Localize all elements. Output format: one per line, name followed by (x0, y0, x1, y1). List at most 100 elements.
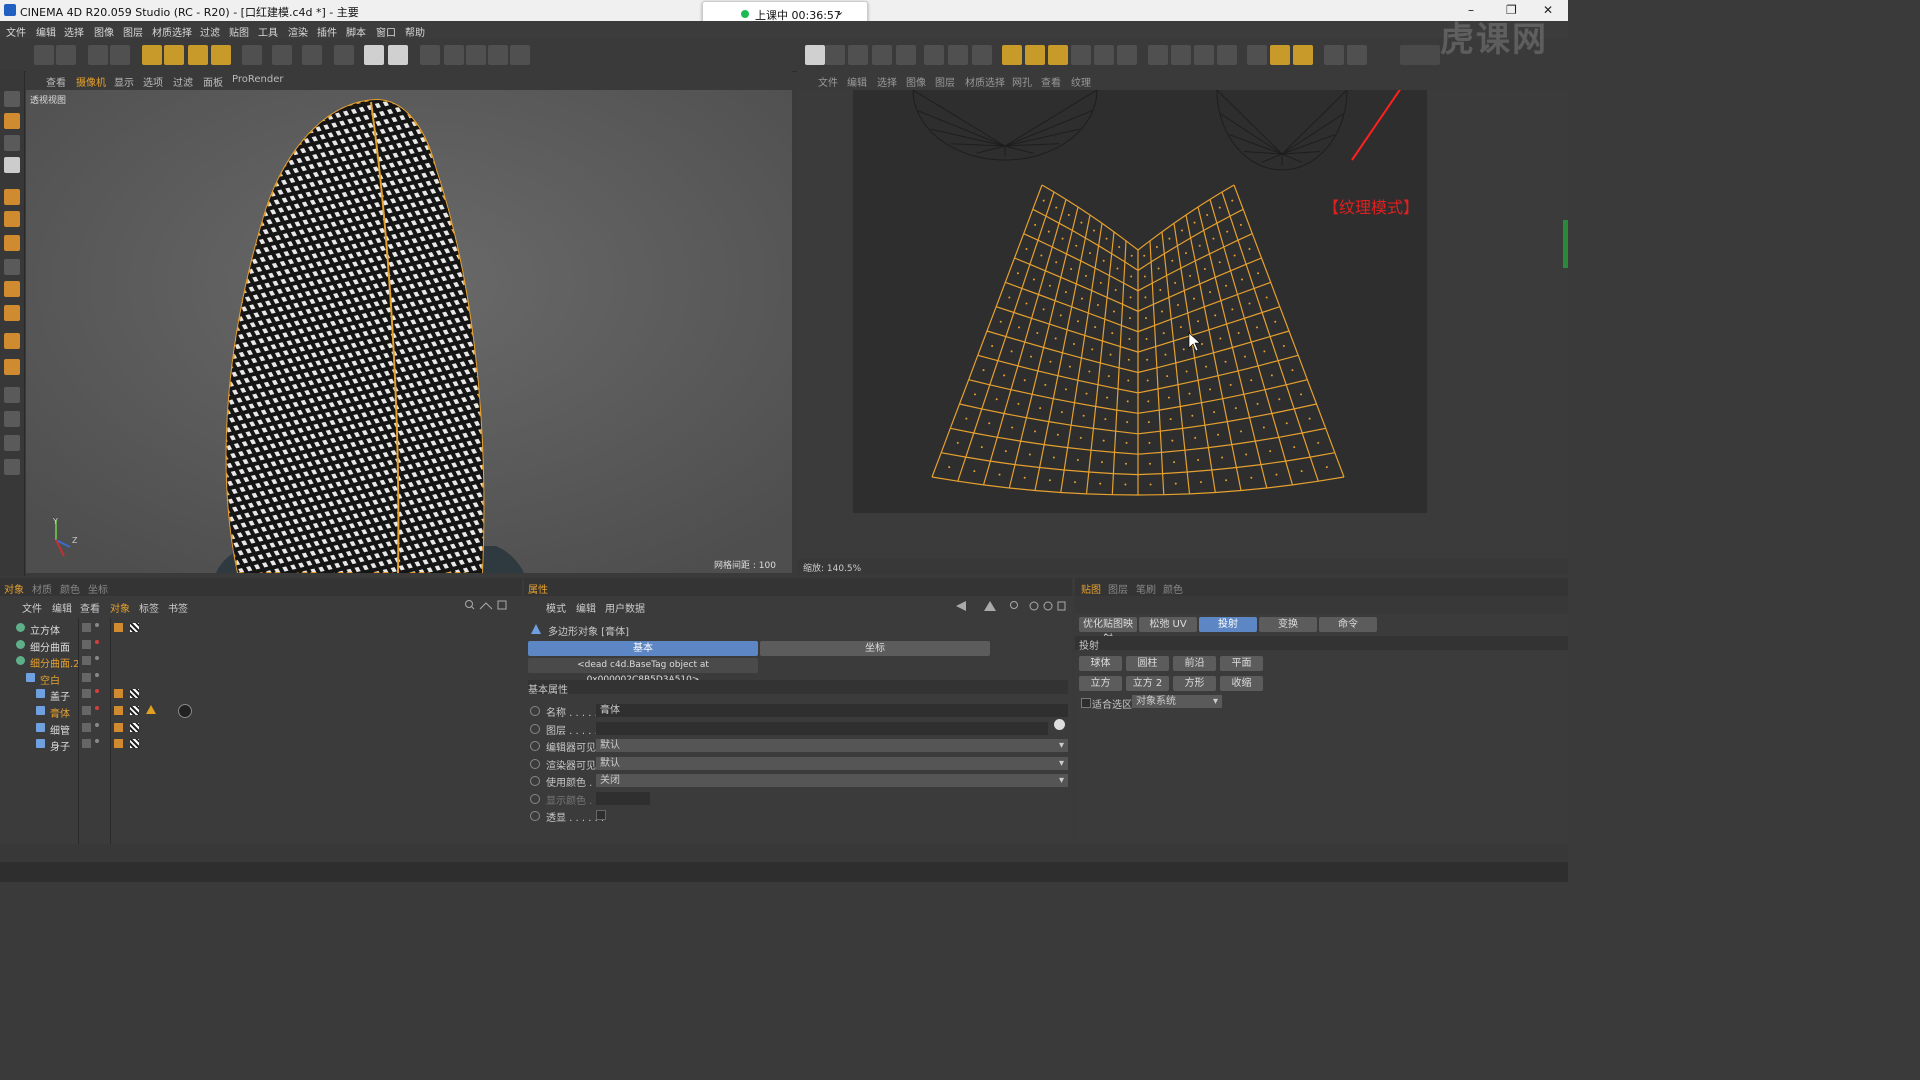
layout-mode-icon[interactable] (1400, 45, 1440, 65)
menu-9[interactable]: 渲染 (288, 24, 308, 39)
projection-button-2[interactable]: 前沿 (1173, 656, 1216, 671)
tag-info-tab[interactable]: <dead c4d.BaseTag object at 0x000002C8B5… (528, 658, 758, 685)
light-icon[interactable] (510, 45, 530, 65)
projection-button-4[interactable]: 立方 (1079, 676, 1122, 691)
xray-checkbox[interactable] (596, 810, 606, 820)
uv-tools-tab-1[interactable]: 图层 (1108, 581, 1128, 596)
phong-tag-icon[interactable] (114, 722, 123, 732)
field-value-1[interactable] (596, 722, 1048, 735)
rotate-tool-icon[interactable] (188, 45, 208, 65)
layout-4-icon[interactable] (1217, 45, 1237, 65)
visibility-toggle-icon[interactable] (82, 656, 91, 666)
layout-3-icon[interactable] (1194, 45, 1214, 65)
attr-menu-2[interactable]: 用户数据 (605, 600, 645, 615)
field-value-4[interactable]: 关闭 ▾ (596, 774, 1068, 787)
uv-menu-0[interactable]: 文件 (818, 74, 838, 89)
star-tool-icon[interactable] (4, 359, 20, 375)
projection-button-3[interactable]: 平面 (1220, 656, 1263, 671)
uv-grid-icon[interactable] (924, 45, 944, 65)
uv-command-0[interactable]: 优化贴图映射 (1079, 617, 1137, 645)
field-value-3[interactable]: 默认 ▾ (596, 757, 1068, 770)
layout-switch2-icon[interactable] (1347, 45, 1367, 65)
viewport-menu-2[interactable]: 显示 (114, 74, 134, 89)
animate-radio[interactable] (530, 724, 540, 734)
knife-icon[interactable] (4, 459, 20, 475)
polygon-pen-icon[interactable] (4, 435, 20, 451)
visibility-toggle-icon[interactable] (82, 689, 91, 699)
live-select-icon[interactable] (110, 45, 130, 65)
axis-icon[interactable] (242, 45, 262, 65)
visibility-toggle-icon[interactable] (82, 672, 91, 682)
uv-tools-tab-0[interactable]: 贴图 (1081, 581, 1101, 596)
field-value-2[interactable]: 默认 ▾ (596, 739, 1068, 752)
redo-icon[interactable] (56, 45, 76, 65)
uv-relax-icon[interactable] (1117, 45, 1137, 65)
render-toggle-icon[interactable] (95, 739, 99, 744)
render-toggle-icon[interactable] (95, 639, 99, 644)
workplane-icon[interactable] (1270, 45, 1290, 65)
texture-tag-icon[interactable] (130, 623, 139, 632)
uv-weld-icon[interactable] (1094, 45, 1114, 65)
layout-switch-icon[interactable] (1324, 45, 1344, 65)
viewport-menu-5[interactable]: 面板 (203, 74, 223, 89)
uv-tools-tab-3[interactable]: 颜色 (1163, 581, 1183, 596)
texture-tag-icon[interactable] (130, 722, 139, 732)
grid-snap-icon[interactable] (1293, 45, 1313, 65)
phong-tag-icon[interactable] (114, 739, 123, 749)
viewport-menu-0[interactable]: 查看 (46, 74, 66, 89)
layout-1-icon[interactable] (1148, 45, 1168, 65)
menu-5[interactable]: 材质选择 (152, 24, 192, 39)
menu-8[interactable]: 工具 (258, 24, 278, 39)
model-mode-icon[interactable] (4, 113, 20, 129)
uv-command-1[interactable]: 松弛 UV (1139, 617, 1197, 632)
fit-selection-checkbox[interactable] (1081, 698, 1091, 708)
snap-icon[interactable] (1247, 45, 1267, 65)
object-tab-1[interactable]: 材质 (32, 581, 52, 596)
attr-menu-0[interactable]: 模式 (546, 600, 566, 615)
menu-0[interactable]: 文件 (6, 24, 26, 39)
magnet-icon[interactable] (4, 411, 20, 427)
uv-poly-icon[interactable] (896, 45, 916, 65)
texture-tag-icon[interactable] (130, 689, 139, 699)
uv-command-4[interactable]: 命令 (1319, 617, 1377, 632)
fill-tool-icon[interactable] (4, 281, 20, 297)
uv-menu-6[interactable]: 网孔 (1012, 74, 1032, 89)
brush-tool-icon[interactable] (4, 189, 20, 205)
object-tab-3[interactable]: 坐标 (88, 581, 108, 596)
field-value-0[interactable]: 膏体 (596, 704, 1068, 717)
animate-radio[interactable] (530, 794, 540, 804)
uv-command-3[interactable]: 变换 (1259, 617, 1317, 632)
scroll-indicator[interactable] (1563, 220, 1568, 268)
menu-3[interactable]: 图像 (94, 24, 114, 39)
pen-3d-icon[interactable] (272, 45, 292, 65)
move-tool-icon[interactable] (142, 45, 162, 65)
render-toggle-icon[interactable] (95, 656, 99, 661)
projection-button-6[interactable]: 方形 (1173, 676, 1216, 691)
menu-11[interactable]: 脚本 (346, 24, 366, 39)
menu-12[interactable]: 窗口 (376, 24, 396, 39)
texture-tag-icon[interactable] (130, 706, 139, 715)
uv-menu-8[interactable]: 纹理 (1071, 74, 1091, 89)
search-icon[interactable] (464, 599, 510, 611)
text-tool-icon[interactable] (4, 333, 20, 349)
uv-editor-viewport[interactable]: 【纹理模式】 (797, 90, 1568, 559)
animate-radio[interactable] (530, 706, 540, 716)
phong-tag-icon[interactable] (114, 689, 123, 699)
cube-icon[interactable] (420, 45, 440, 65)
uv-mask-icon[interactable] (972, 45, 992, 65)
texture-tag-icon[interactable] (130, 739, 139, 749)
phong-tag-icon[interactable] (114, 706, 123, 715)
uv-point-icon[interactable] (848, 45, 868, 65)
scene-icon[interactable] (488, 45, 508, 65)
perspective-viewport[interactable]: 透视视图 Y Z 网格间距 : 100 cm (26, 90, 792, 573)
tab-coordinates[interactable]: 坐标 (760, 641, 990, 656)
layout-2-icon[interactable] (1171, 45, 1191, 65)
selection-tag-icon[interactable] (146, 705, 156, 714)
viewport-menu-1[interactable]: 摄像机 (76, 74, 106, 89)
projection-button-0[interactable]: 球体 (1079, 656, 1122, 671)
projection-button-7[interactable]: 收缩 (1220, 676, 1263, 691)
texture-mode-icon[interactable] (805, 45, 825, 65)
projection-button-5[interactable]: 立方 2 (1126, 676, 1169, 691)
object-tab-0[interactable]: 对象 (4, 581, 24, 596)
brush-icon[interactable] (302, 45, 322, 65)
